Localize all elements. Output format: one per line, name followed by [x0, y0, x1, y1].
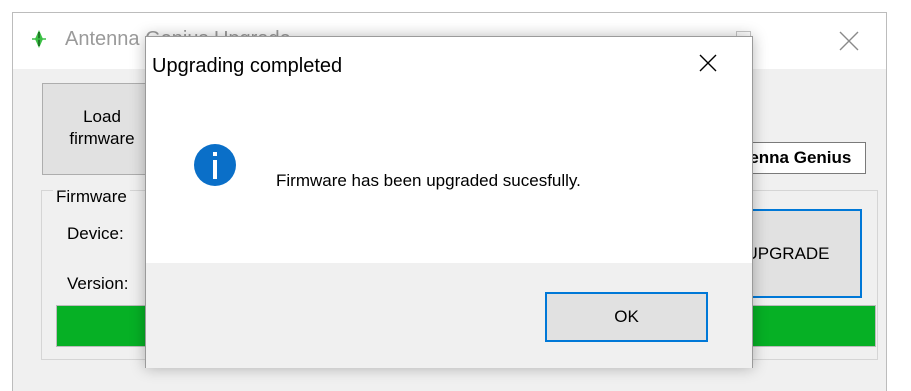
close-icon	[839, 31, 859, 51]
dialog-message: Firmware has been upgraded sucesfully.	[276, 171, 581, 190]
dialog-footer: OK	[146, 263, 752, 368]
main-close-button[interactable]	[826, 13, 872, 69]
ok-button[interactable]: OK	[545, 292, 708, 342]
antenna-genius-icon	[31, 29, 47, 49]
dialog-title: Upgrading completed	[152, 55, 343, 77]
dialog-close-button[interactable]	[696, 51, 720, 75]
upgrade-complete-dialog: Upgrading completed Firmware has been up…	[145, 36, 753, 368]
version-label: Version:	[67, 274, 129, 293]
device-label: Device:	[67, 224, 124, 243]
info-icon	[193, 143, 237, 187]
firmware-group-label: Firmware	[53, 187, 130, 207]
load-firmware-button[interactable]: Load firmware	[42, 83, 162, 175]
close-icon	[699, 54, 717, 72]
